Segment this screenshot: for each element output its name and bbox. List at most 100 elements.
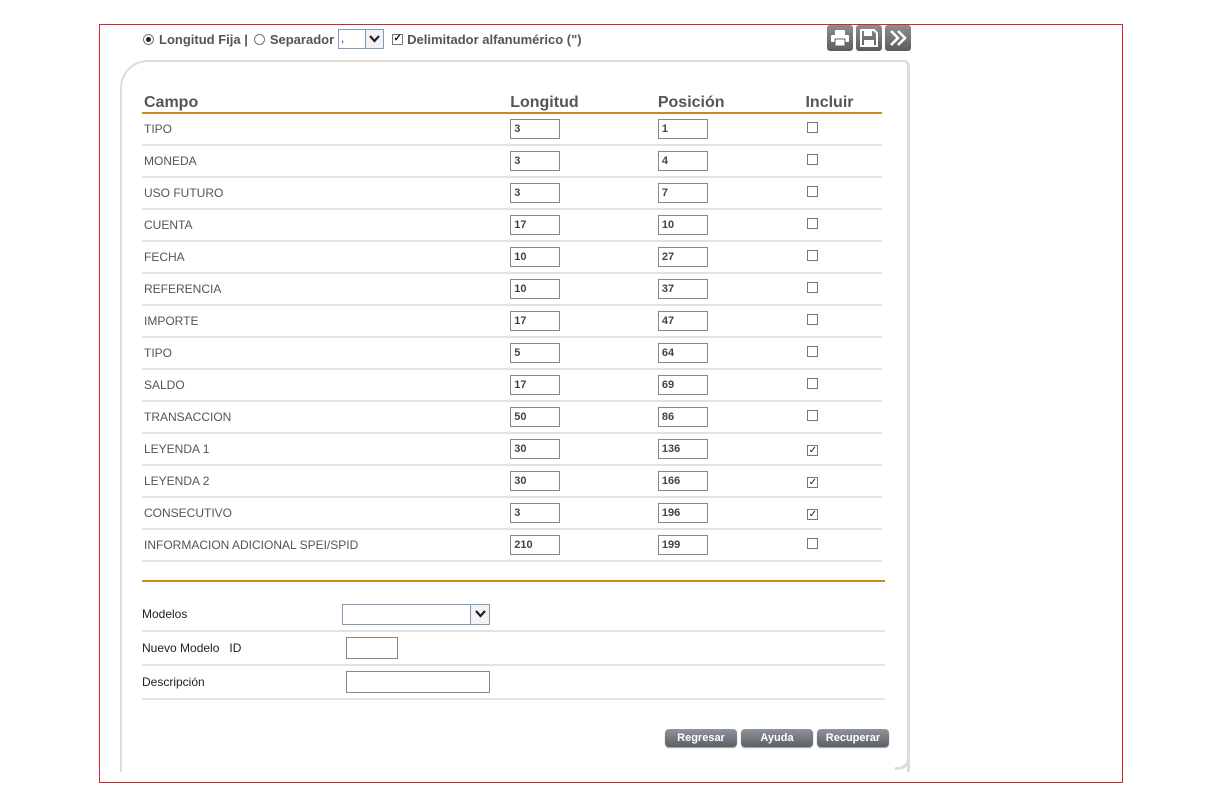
models-value: [343, 605, 470, 624]
id-input[interactable]: [346, 637, 398, 659]
length-input[interactable]: 3: [510, 151, 561, 171]
separator-value: ,: [341, 33, 345, 45]
table-row: FECHA 10 27: [142, 241, 882, 274]
field-name: INFORMACION ADICIONAL SPEI/SPID: [142, 529, 509, 562]
chevron-down-icon: [365, 30, 384, 48]
position-input[interactable]: 166: [657, 471, 708, 491]
delimiter-label: Delimitador alfanumérico ("): [407, 31, 582, 47]
table-row: REFERENCIA 10 37: [142, 273, 882, 306]
separator-label: Separador: [269, 31, 335, 47]
length-input[interactable]: 50: [510, 407, 561, 427]
table-row: SALDO 17 69: [142, 369, 882, 402]
include-checkbox[interactable]: [807, 282, 819, 293]
include-checkbox[interactable]: [807, 410, 819, 421]
length-input[interactable]: 10: [510, 247, 561, 267]
position-input[interactable]: 37: [657, 279, 708, 299]
include-checkbox[interactable]: ✓: [807, 477, 819, 489]
table-header-row: Campo Longitud Posición Incluir: [142, 84, 882, 114]
length-input[interactable]: 30: [510, 439, 561, 459]
position-input[interactable]: 64: [657, 343, 708, 363]
separator-radio[interactable]: [253, 33, 265, 45]
table-row: MONEDA 3 4: [142, 145, 882, 178]
include-checkbox[interactable]: [807, 378, 819, 389]
position-input[interactable]: 196: [657, 503, 708, 523]
print-button[interactable]: [827, 25, 853, 51]
description-input[interactable]: [346, 671, 490, 693]
description-row: Descripción: [142, 666, 885, 700]
description-label: Descripción: [142, 675, 205, 689]
length-input[interactable]: 3: [510, 503, 561, 523]
field-name: CUENTA: [142, 209, 509, 242]
separator-select[interactable]: ,: [338, 29, 385, 49]
id-label: ID: [229, 641, 242, 655]
position-input[interactable]: 86: [657, 407, 708, 427]
table-row: LEYENDA 1 30 136 ✓: [142, 433, 882, 466]
format-options: Longitud Fija | Separador , ✓ Delimitado…: [143, 28, 582, 50]
length-input[interactable]: 210: [510, 535, 561, 555]
table-row: INFORMACION ADICIONAL SPEI/SPID 210 199: [142, 529, 882, 562]
position-input[interactable]: 10: [657, 215, 708, 235]
field-name: CONSECUTIVO: [142, 497, 509, 530]
position-input[interactable]: 136: [657, 439, 708, 459]
back-button[interactable]: Regresar: [665, 729, 737, 747]
header-posicion: Posición: [655, 84, 804, 114]
position-input[interactable]: 1: [657, 119, 708, 139]
length-input[interactable]: 10: [510, 279, 561, 299]
models-row: Modelos: [142, 598, 885, 632]
length-input[interactable]: 17: [510, 215, 561, 235]
include-checkbox[interactable]: [807, 346, 819, 357]
include-checkbox[interactable]: [807, 314, 819, 325]
include-checkbox[interactable]: [807, 154, 819, 165]
chevron-down-icon: [470, 604, 489, 624]
length-input[interactable]: 3: [510, 183, 561, 203]
include-checkbox[interactable]: [807, 122, 819, 133]
include-checkbox[interactable]: [807, 186, 819, 197]
table-row: IMPORTE 17 47: [142, 305, 882, 338]
double-chevron-right-icon: [890, 30, 907, 46]
field-name: REFERENCIA: [142, 273, 509, 306]
recover-button[interactable]: Recuperar: [817, 729, 889, 747]
field-name: FECHA: [142, 241, 509, 274]
fields-table: Campo Longitud Posición Incluir TIPO 3 1 MO…: [142, 84, 882, 562]
position-input[interactable]: 47: [657, 311, 708, 331]
next-button[interactable]: [885, 25, 911, 51]
section-divider: [142, 580, 885, 582]
field-name: USO FUTURO: [142, 177, 509, 210]
include-checkbox[interactable]: [807, 538, 819, 549]
new-model-row: Nuevo Modelo ID: [142, 632, 885, 666]
delimiter-checkbox[interactable]: ✓: [392, 33, 404, 45]
field-name: IMPORTE: [142, 305, 509, 338]
field-name: TIPO: [142, 113, 509, 146]
length-input[interactable]: 17: [510, 375, 561, 395]
include-checkbox[interactable]: ✓: [807, 445, 819, 457]
header-incluir: Incluir: [803, 84, 882, 114]
position-input[interactable]: 199: [657, 535, 708, 555]
action-buttons: Regresar Ayuda Recuperar: [665, 729, 889, 747]
position-input[interactable]: 7: [657, 183, 708, 203]
include-checkbox[interactable]: ✓: [807, 509, 819, 521]
length-input[interactable]: 5: [510, 343, 561, 363]
length-input[interactable]: 3: [510, 119, 561, 139]
header-longitud: Longitud: [508, 84, 656, 114]
new-model-label: Nuevo Modelo: [142, 641, 220, 655]
position-input[interactable]: 4: [657, 151, 708, 171]
position-input[interactable]: 69: [657, 375, 708, 395]
toolbar: [827, 25, 911, 51]
table-row: LEYENDA 2 30 166 ✓: [142, 465, 882, 498]
include-checkbox[interactable]: [807, 250, 819, 261]
table-row: TIPO 3 1: [142, 113, 882, 146]
fixed-length-radio[interactable]: [143, 33, 154, 45]
position-input[interactable]: 27: [657, 247, 708, 267]
models-select[interactable]: [342, 603, 490, 625]
field-name: LEYENDA 2: [142, 465, 509, 498]
include-checkbox[interactable]: [807, 218, 819, 229]
help-button[interactable]: Ayuda: [741, 729, 813, 747]
save-button[interactable]: [856, 25, 882, 51]
field-name: MONEDA: [142, 145, 509, 178]
table-row: CONSECUTIVO 3 196 ✓: [142, 497, 882, 530]
models-label: Modelos: [142, 607, 188, 621]
length-input[interactable]: 30: [510, 471, 561, 491]
length-input[interactable]: 17: [510, 311, 561, 331]
table-row: USO FUTURO 3 7: [142, 177, 882, 210]
field-name: TRANSACCION: [142, 401, 509, 434]
